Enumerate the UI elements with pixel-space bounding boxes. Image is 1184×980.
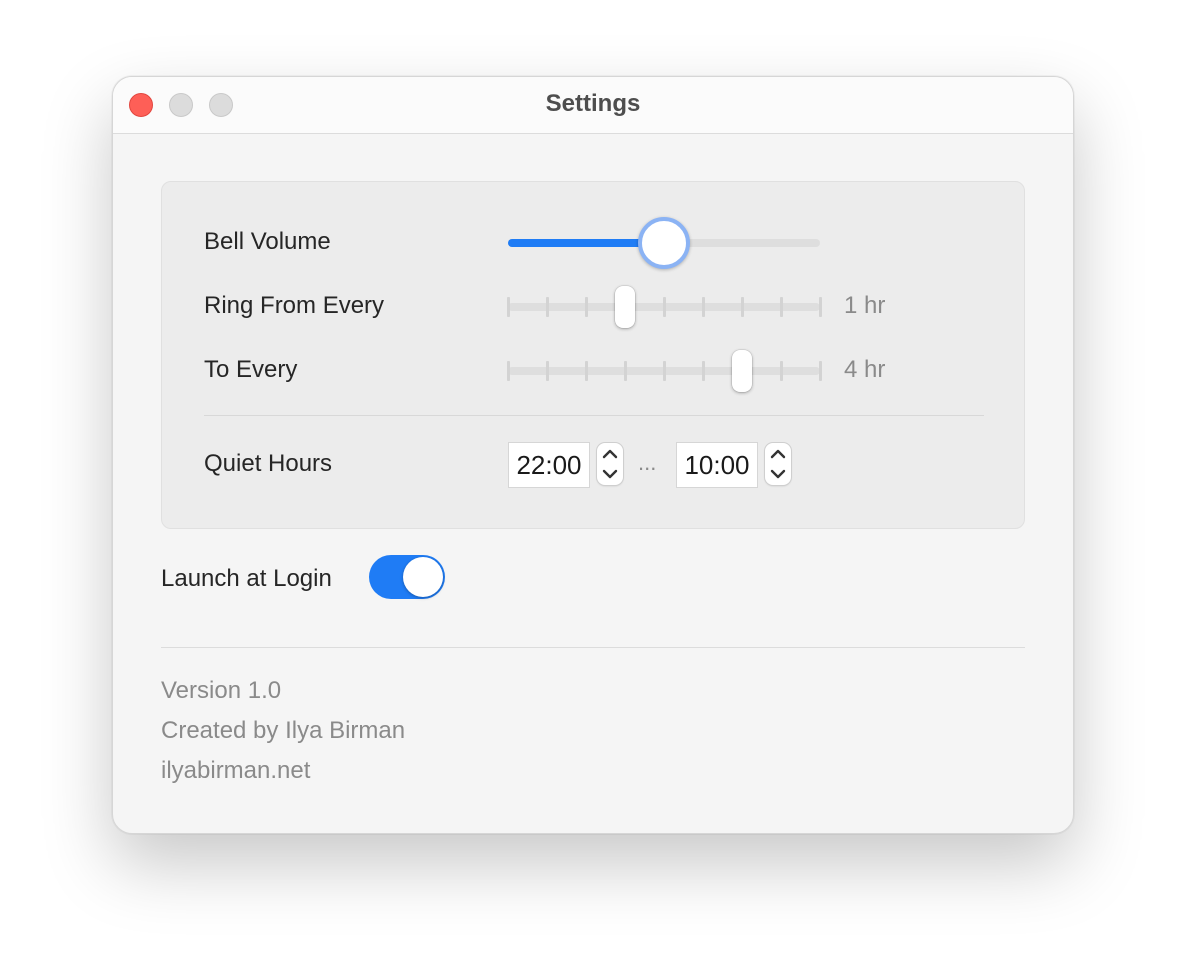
slider-tick: [585, 361, 588, 381]
quiet-hours-end-stepper[interactable]: [765, 443, 791, 485]
slider-tick: [663, 361, 666, 381]
slider-tick: [780, 297, 783, 317]
chevron-down-icon[interactable]: [597, 464, 623, 485]
ring-from-every-slider-track[interactable]: [507, 297, 822, 317]
slider-tick: [702, 361, 705, 381]
quiet-hours-start-field[interactable]: 22:00: [509, 443, 589, 487]
slider-tick: [507, 297, 510, 317]
ring-from-every-value: 1 hr: [844, 292, 886, 319]
chevron-down-icon[interactable]: [765, 464, 791, 485]
toggle-knob: [403, 557, 443, 597]
window-title: Settings: [545, 90, 641, 117]
settings-panel: Bell Volume Ring From Every 1 hr To Ever…: [161, 181, 1025, 529]
to-every-slider-knob[interactable]: [732, 350, 752, 392]
slider-tick: [546, 361, 549, 381]
to-every-slider-track[interactable]: [507, 361, 822, 381]
zoom-button[interactable]: [209, 93, 233, 117]
close-button[interactable]: [129, 93, 153, 117]
ring-from-every-slider-knob[interactable]: [615, 286, 635, 328]
slider-tick: [624, 361, 627, 381]
panel-divider: [204, 415, 984, 416]
slider-tick: [780, 361, 783, 381]
slider-tick: [585, 297, 588, 317]
quiet-hours-label: Quiet Hours: [204, 450, 333, 477]
slider-tick: [819, 361, 822, 381]
quiet-hours-end-field[interactable]: 10:00: [677, 443, 757, 487]
chevron-up-icon[interactable]: [597, 443, 623, 464]
slider-tick: [819, 297, 822, 317]
quiet-hours-separator: ...: [638, 450, 657, 475]
to-every-value: 4 hr: [844, 356, 886, 383]
created-by-text: Created by Ilya Birman: [161, 717, 406, 744]
slider-tick: [702, 297, 705, 317]
settings-window: Settings Bell Volume Ring From Every 1 h…: [112, 76, 1074, 834]
website-link[interactable]: ilyabirman.net: [161, 757, 310, 785]
slider-tick: [663, 297, 666, 317]
bell-volume-slider-knob[interactable]: [638, 217, 690, 269]
slider-tick: [741, 297, 744, 317]
minimize-button[interactable]: [169, 93, 193, 117]
quiet-hours-start-stepper[interactable]: [597, 443, 623, 485]
footer-divider: [161, 647, 1025, 648]
bell-volume-label: Bell Volume: [204, 228, 331, 255]
version-text: Version 1.0: [161, 677, 282, 704]
launch-at-login-label: Launch at Login: [161, 565, 332, 592]
chevron-up-icon[interactable]: [765, 443, 791, 464]
slider-tick: [507, 361, 510, 381]
launch-at-login-toggle[interactable]: [369, 555, 445, 599]
title-bar[interactable]: Settings: [113, 77, 1073, 134]
to-every-label: To Every: [204, 356, 298, 383]
ring-from-every-label: Ring From Every: [204, 292, 385, 319]
slider-tick: [546, 297, 549, 317]
